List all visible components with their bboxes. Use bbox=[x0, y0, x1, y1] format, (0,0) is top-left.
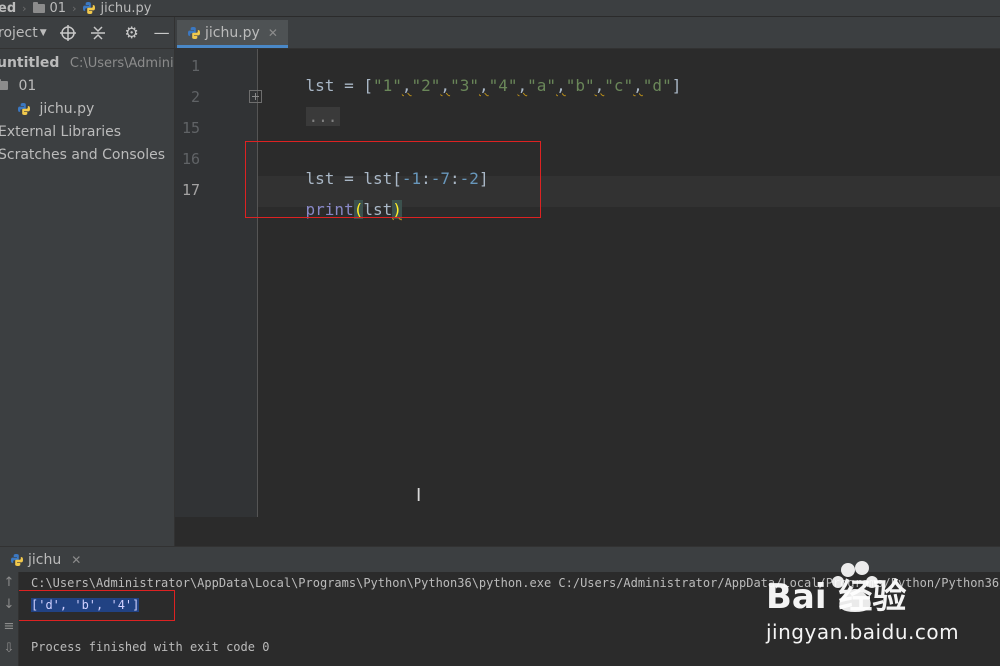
code-string: "1" bbox=[372, 76, 402, 95]
tree-item-folder[interactable]: 01 bbox=[0, 75, 174, 98]
highlight-box bbox=[19, 590, 175, 621]
python-file-icon bbox=[188, 26, 200, 39]
stop-icon[interactable]: ↓ bbox=[0, 594, 18, 616]
tree-item-path: C:\Users\Administr bbox=[69, 56, 174, 71]
tree-item-file[interactable]: jichu.py bbox=[0, 98, 174, 121]
comma-token: , bbox=[517, 76, 528, 95]
tree-item-label: Scratches and Consoles bbox=[0, 147, 165, 163]
breadcrumb-item-project[interactable]: ed bbox=[0, 1, 16, 16]
code-line-2: ... bbox=[267, 88, 341, 145]
scroll-to-end-icon[interactable]: ⇩ bbox=[0, 638, 18, 660]
python-file-icon bbox=[11, 554, 23, 566]
run-panel-header: jichu ✕ bbox=[0, 546, 1000, 573]
tree-item-label: External Libraries bbox=[0, 124, 121, 140]
collapse-all-icon[interactable] bbox=[89, 24, 107, 42]
project-tree: untitled C:\Users\Administr 01 jichu.py … bbox=[0, 49, 174, 167]
tree-item-root[interactable]: untitled C:\Users\Administr bbox=[0, 52, 174, 75]
line-number: 15 bbox=[181, 119, 200, 137]
folder-icon bbox=[0, 79, 8, 90]
line-number-current: 17 bbox=[181, 181, 200, 199]
gear-icon[interactable]: ⚙ bbox=[123, 23, 141, 42]
caret-down-icon: ▼ bbox=[39, 27, 47, 38]
editor-tab-bar: jichu.py ✕ bbox=[175, 17, 1000, 49]
console-command-line: C:\Users\Administrator\AppData\Local\Pro… bbox=[31, 576, 1000, 590]
comma-token: , bbox=[401, 76, 412, 95]
comma-token: , bbox=[633, 76, 643, 95]
code-string: "b" bbox=[565, 76, 595, 95]
tab-jichu-py[interactable]: jichu.py ✕ bbox=[177, 20, 288, 48]
tab-label: jichu.py bbox=[205, 24, 260, 41]
code-string: "2" bbox=[411, 76, 441, 95]
run-tab-label: jichu bbox=[28, 552, 62, 568]
line-gutter: 1 2 15 16 17 bbox=[175, 49, 262, 517]
project-view-label: roject bbox=[0, 24, 38, 41]
run-console[interactable]: C:\Users\Administrator\AppData\Local\Pro… bbox=[19, 572, 1000, 666]
folded-region[interactable]: ... bbox=[305, 107, 341, 126]
folder-icon bbox=[32, 1, 45, 13]
comma-token: , bbox=[594, 76, 605, 95]
minimize-icon[interactable]: — bbox=[153, 23, 171, 42]
tab-run-jichu[interactable]: jichu ✕ bbox=[0, 552, 81, 568]
chevron-right-icon: › bbox=[72, 1, 77, 15]
text-cursor-icon: I bbox=[416, 485, 422, 506]
project-toolbar: roject ▼ ⚙ — bbox=[0, 17, 174, 49]
tree-item-label: 01 bbox=[18, 78, 37, 94]
project-panel: roject ▼ ⚙ — untitled C:\Users\Administr… bbox=[0, 17, 175, 546]
breadcrumb-item-file[interactable]: jichu.py bbox=[82, 1, 151, 16]
code-string: "3" bbox=[450, 76, 479, 95]
breadcrumb-label: ed bbox=[0, 0, 17, 16]
code-string: "a" bbox=[527, 76, 557, 95]
line-number: 2 bbox=[190, 88, 200, 106]
code-editor[interactable]: 1 2 15 16 17 lst = ["1","2","3","4","a",… bbox=[175, 49, 1000, 517]
code-string: "d" bbox=[642, 76, 672, 95]
close-icon[interactable]: ✕ bbox=[71, 553, 81, 567]
tree-item-label: jichu.py bbox=[39, 101, 95, 117]
code-token: ] bbox=[671, 76, 682, 95]
fold-expand-icon[interactable] bbox=[249, 90, 262, 103]
comma-token: , bbox=[556, 76, 566, 95]
code-string: "4" bbox=[488, 76, 518, 95]
close-icon[interactable]: ✕ bbox=[268, 26, 278, 40]
highlight-box bbox=[245, 141, 541, 218]
breadcrumb-label: 01 bbox=[49, 0, 67, 16]
breadcrumb-item-folder[interactable]: 01 bbox=[32, 0, 67, 16]
tree-item-label: untitled bbox=[0, 55, 60, 71]
project-view-dropdown[interactable]: roject ▼ bbox=[0, 25, 47, 41]
breadcrumb: ed › 01 › jichu.py bbox=[0, 0, 1000, 17]
tree-item-external-libraries[interactable]: External Libraries bbox=[0, 121, 174, 144]
locate-icon[interactable] bbox=[59, 24, 77, 42]
breadcrumb-label: jichu.py bbox=[100, 0, 152, 16]
comma-token: , bbox=[478, 76, 489, 95]
console-exit-line: Process finished with exit code 0 bbox=[31, 640, 270, 654]
python-file-icon bbox=[83, 2, 96, 14]
python-file-icon bbox=[18, 103, 30, 115]
comma-token: , bbox=[440, 76, 451, 95]
run-toolbar: ↑ ↓ ≡ ⇩ bbox=[0, 572, 19, 666]
rerun-icon[interactable]: ↑ bbox=[0, 572, 18, 594]
line-number: 16 bbox=[181, 150, 200, 168]
tree-item-scratches[interactable]: Scratches and Consoles bbox=[0, 144, 174, 167]
soft-wrap-icon[interactable]: ≡ bbox=[0, 616, 18, 638]
chevron-right-icon: › bbox=[22, 1, 27, 15]
code-string: "c" bbox=[604, 76, 634, 95]
line-number: 1 bbox=[190, 57, 200, 75]
